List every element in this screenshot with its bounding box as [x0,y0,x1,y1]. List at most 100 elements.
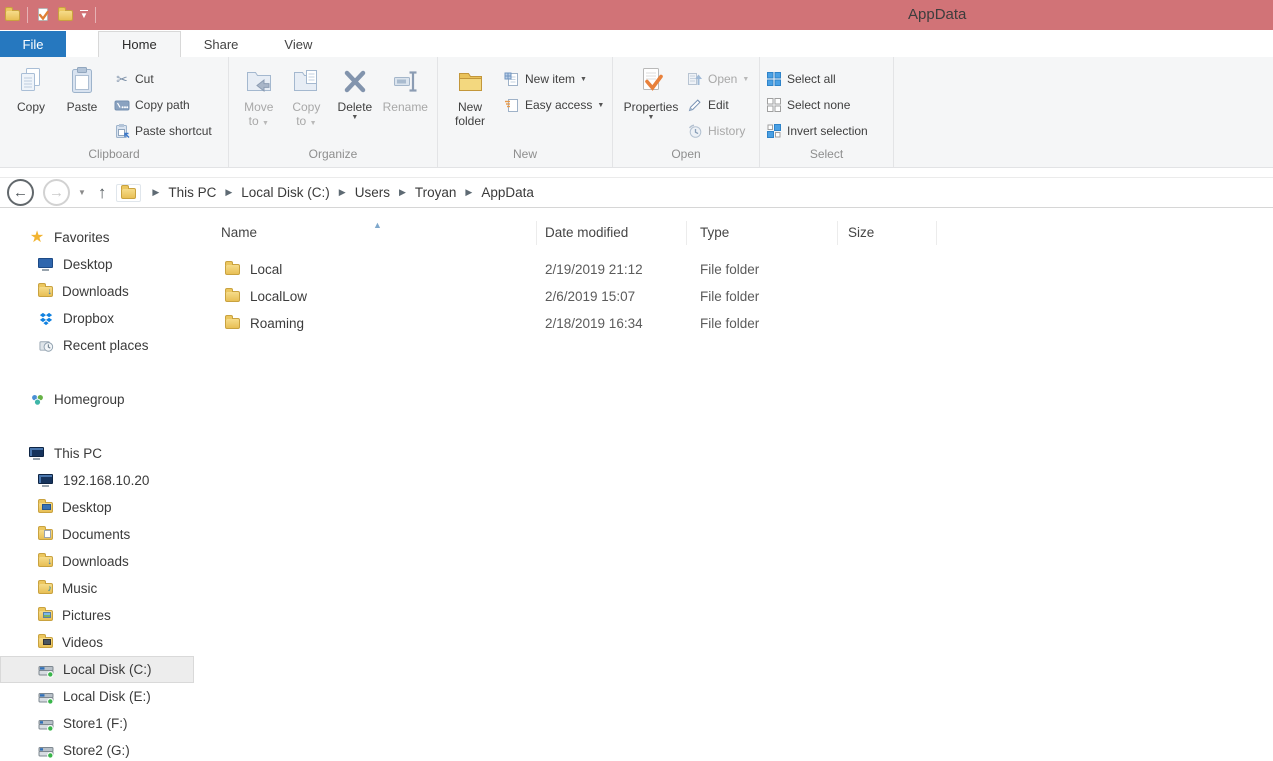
sidebar-item-desktop-favorite[interactable]: Desktop [0,251,194,278]
copy-button[interactable]: Copy [6,61,56,114]
sidebar-item-local-disk-e[interactable]: Local Disk (E:) [0,683,194,710]
invert-selection-label: Invert selection [787,124,868,138]
column-header-date-modified[interactable]: Date modified [537,221,687,245]
sidebar-item-desktop[interactable]: Desktop [0,494,194,521]
sidebar-item-downloads-favorite[interactable]: ↓ Downloads [0,278,194,305]
sidebar-gap [0,413,194,440]
sidebar-item-downloads[interactable]: ↓ Downloads [0,548,194,575]
delete-button[interactable]: Delete ▼ [330,61,379,121]
file-list-pane: ▲ Name Date modified Type Size Local 2/1… [194,208,1273,761]
open-caret-icon: ▼ [742,76,749,83]
back-button[interactable]: ← [7,179,34,206]
edit-button[interactable]: Edit [687,92,749,118]
edit-label: Edit [708,98,729,112]
ribbon-tab-row: File Home Share View [0,30,1273,57]
select-all-button[interactable]: Select all [766,66,868,92]
move-to-button[interactable]: Move to ▼ [235,61,283,128]
invert-selection-button[interactable]: Invert selection [766,118,868,144]
column-headers: ▲ Name Date modified Type Size [220,218,1273,248]
customize-quick-access-arrow-icon[interactable]: ▼ [80,10,88,20]
properties-icon [635,65,667,97]
file-row-local[interactable]: Local 2/19/2019 21:12 File folder [220,256,1273,283]
new-folder-qat-icon[interactable] [58,10,73,21]
select-none-icon [766,97,782,113]
date-header-label: Date modified [545,225,628,240]
properties-icon[interactable] [35,7,51,23]
sort-ascending-icon: ▲ [373,213,382,237]
open-button[interactable]: Open ▼ [687,66,749,92]
new-item-button[interactable]: New item ▼ [504,66,604,92]
this-pc-icon [29,447,45,460]
breadcrumb-arrow-icon: ▶ [216,187,241,198]
ribbon-group-open: Properties ▼ Open ▼ Edit [613,57,760,167]
column-header-type[interactable]: Type [687,221,838,245]
select-none-button[interactable]: Select none [766,92,868,118]
sidebar-item-homegroup[interactable]: Homegroup [0,386,194,413]
breadcrumb-troyan[interactable]: Troyan [415,185,457,200]
sidebar-item-store1-f[interactable]: Store1 (F:) [0,710,194,737]
easy-access-caret-icon: ▼ [597,102,604,109]
breadcrumb-appdata[interactable]: AppData [481,185,534,200]
copy-path-icon [114,97,130,113]
column-header-name[interactable]: ▲ Name [220,221,537,245]
tab-share[interactable]: Share [181,31,262,57]
ribbon-group-new: New folder New item ▼ Easy access ▼ [438,57,613,167]
ribbon: Copy Paste ✂ Cut Copy path [0,57,1273,168]
sidebar-item-dropbox[interactable]: Dropbox [0,305,194,332]
title-bar: ▼ AppData [0,0,1273,30]
recent-places-label: Recent places [63,338,149,353]
new-item-caret-icon: ▼ [580,76,587,83]
select-none-label: Select none [787,98,850,112]
file-row-roaming[interactable]: Roaming 2/18/2019 16:34 File folder [220,310,1273,337]
sidebar-item-this-pc[interactable]: This PC [0,440,194,467]
file-type: File folder [687,289,838,304]
pictures-label: Pictures [62,608,111,623]
address-bar[interactable]: ▶ This PC ▶ Local Disk (C:) ▶ Users ▶ Tr… [116,178,1273,207]
sidebar-item-network-computer[interactable]: 192.168.10.20 [0,467,194,494]
breadcrumb-users[interactable]: Users [355,185,390,200]
name-header-label: Name [221,225,257,240]
file-name: Roaming [250,316,304,331]
easy-access-button[interactable]: Easy access ▼ [504,92,604,118]
breadcrumb-this-pc[interactable]: This PC [168,185,216,200]
homegroup-icon [29,392,45,408]
network-computer-label: 192.168.10.20 [63,473,149,488]
recent-locations-caret-icon[interactable]: ▼ [70,188,94,197]
breadcrumb-local-disk-c[interactable]: Local Disk (C:) [241,185,330,200]
paste-shortcut-label: Paste shortcut [135,124,212,138]
window-title: AppData [908,0,966,30]
paste-shortcut-button[interactable]: Paste shortcut [114,118,212,144]
open-label: Open [708,72,737,86]
file-row-locallow[interactable]: LocalLow 2/6/2019 15:07 File folder [220,283,1273,310]
forward-button[interactable]: → [43,179,70,206]
up-button[interactable]: ↑ [94,183,117,203]
tab-home[interactable]: Home [98,31,181,57]
copy-path-button[interactable]: Copy path [114,92,212,118]
sidebar-item-local-disk-c[interactable]: Local Disk (C:) [0,656,194,683]
sidebar-item-music[interactable]: ♪ Music [0,575,194,602]
folder-icon [225,291,240,302]
sidebar-item-documents[interactable]: Documents [0,521,194,548]
paste-label: Paste [67,100,98,114]
sidebar-item-pictures[interactable]: Pictures [0,602,194,629]
sidebar-item-recent-places[interactable]: Recent places [0,332,194,359]
downloads-folder-icon: ↓ [38,556,53,567]
column-header-size[interactable]: Size [838,221,937,245]
paste-button[interactable]: Paste [56,61,108,114]
rename-button[interactable]: Rename [380,61,431,114]
breadcrumb-arrow-icon: ▶ [143,187,168,198]
store2-g-label: Store2 (G:) [63,743,130,758]
history-icon [687,123,703,139]
paste-shortcut-icon [114,123,130,139]
sidebar-item-videos[interactable]: Videos [0,629,194,656]
copy-to-button[interactable]: Copy to ▼ [283,61,331,128]
tab-file[interactable]: File [0,31,66,57]
new-folder-button[interactable]: New folder [444,61,496,128]
properties-button[interactable]: Properties ▼ [619,61,683,121]
history-button[interactable]: History [687,118,749,144]
tab-view[interactable]: View [261,31,335,57]
sidebar-item-store2-g[interactable]: Store2 (G:) [0,737,194,761]
file-date: 2/18/2019 16:34 [537,316,687,331]
cut-button[interactable]: ✂ Cut [114,66,212,92]
sidebar-item-favorites[interactable]: ★ Favorites [0,224,194,251]
